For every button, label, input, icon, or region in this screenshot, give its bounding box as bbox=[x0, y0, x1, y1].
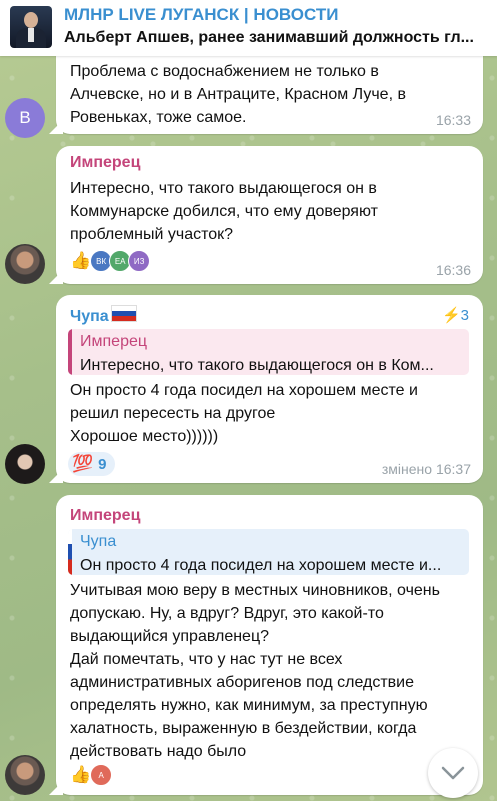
reactions[interactable]: 👍 А bbox=[70, 764, 113, 786]
reply-quote[interactable]: Чупа Он просто 4 года посидел на хорошем… bbox=[68, 529, 469, 575]
message-time: змінено 16:37 bbox=[381, 461, 471, 477]
message-text: Он просто 4 года посидел на хорошем мест… bbox=[70, 382, 418, 445]
message-bubble[interactable]: Чупа ⚡3 Имперец Интересно, что такого вы… bbox=[56, 295, 483, 483]
user-avatar[interactable] bbox=[5, 755, 45, 795]
thumbs-up-icon[interactable]: 👍 bbox=[70, 251, 91, 271]
message-bubble[interactable]: Имперец Интересно, что такого выдающегос… bbox=[56, 146, 483, 284]
message-bubble[interactable]: Имперец Чупа Он просто 4 года посидел на… bbox=[56, 495, 483, 795]
reactions[interactable]: 💯 9 bbox=[68, 452, 115, 476]
message-text: Проблема с водоснабжением не только в Ал… bbox=[70, 63, 406, 126]
reply-text: Он просто 4 года посидел на хорошем мест… bbox=[80, 557, 442, 574]
reply-text: Интересно, что такого выдающегося он в К… bbox=[80, 357, 434, 374]
sender-name[interactable]: Чупа bbox=[70, 305, 137, 326]
reactions[interactable]: 👍 ВК ЕА ИЗ bbox=[70, 250, 151, 272]
message-text: Учитывая мою веру в местных чиновников, … bbox=[70, 582, 440, 760]
reply-sender: Имперец bbox=[80, 333, 148, 350]
user-avatar[interactable]: B bbox=[5, 98, 45, 138]
reply-quote[interactable]: Имперец Интересно, что такого выдающегос… bbox=[68, 329, 469, 375]
message-time: 16:33 bbox=[435, 112, 471, 128]
message-text: Интересно, что такого выдающегося он в К… bbox=[70, 180, 378, 243]
sender-name[interactable]: Имперец bbox=[70, 507, 140, 525]
hundred-points-icon[interactable]: 💯 bbox=[72, 454, 93, 474]
reaction-count: 9 bbox=[98, 455, 107, 473]
user-avatar[interactable] bbox=[5, 444, 45, 484]
reactor-avatar: ИЗ bbox=[128, 250, 151, 272]
scroll-down-button[interactable] bbox=[428, 748, 478, 798]
sender-name[interactable]: Имперец bbox=[70, 154, 140, 172]
sender-name-text: Чупа bbox=[70, 308, 109, 325]
message-time: 16:36 bbox=[435, 262, 471, 278]
reply-sender: Чупа bbox=[80, 533, 117, 550]
channel-title[interactable]: МЛНР LIVE ЛУГАНСК | НОВОСТИ bbox=[64, 5, 338, 25]
pinned-message-text[interactable]: Альберт Апшев, ранее занимавший должност… bbox=[64, 29, 484, 47]
russia-flag-icon bbox=[110, 305, 137, 322]
chat-header[interactable]: МЛНР LIVE ЛУГАНСК | НОВОСТИ Альберт Апше… bbox=[0, 0, 497, 56]
user-avatar[interactable] bbox=[5, 244, 45, 284]
boost-count[interactable]: ⚡3 bbox=[442, 306, 469, 324]
reactor-avatar: А bbox=[90, 764, 113, 786]
channel-avatar[interactable] bbox=[10, 6, 52, 48]
thumbs-up-icon[interactable]: 👍 bbox=[70, 765, 91, 785]
avatar-letter: B bbox=[19, 108, 31, 127]
chevron-down-icon bbox=[441, 766, 465, 780]
